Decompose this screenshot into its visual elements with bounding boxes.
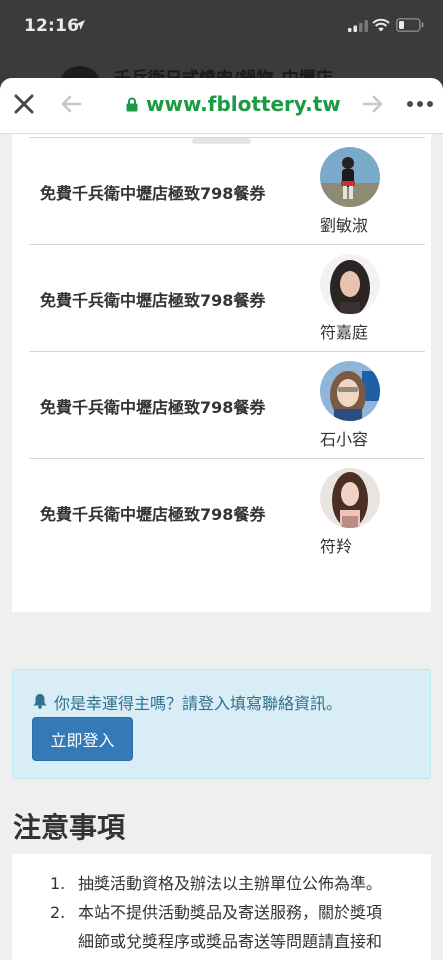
notes-box: 1. 抽獎活動資格及辦法以主辦單位公佈為準。 2. 本站不提供活動獎品及寄送服務，關… <box>12 854 431 960</box>
winner-name: 符羚 <box>320 537 353 556</box>
back-arrow-icon[interactable] <box>60 94 82 114</box>
close-icon[interactable] <box>12 92 36 116</box>
more-icon[interactable] <box>406 96 434 112</box>
winner-name: 石小容 <box>320 430 369 449</box>
winner-avatar <box>320 468 380 528</box>
sheet-grabber[interactable] <box>192 138 251 144</box>
note-text: 本站不提供活動獎品及寄送服務，關於獎項 <box>78 903 383 922</box>
prize-title: 免費千兵衛中壢店極致798餐券 <box>40 398 266 417</box>
note-number: 1. <box>50 874 66 893</box>
battery-icon <box>396 18 424 32</box>
login-button[interactable]: 立即登入 <box>32 717 133 761</box>
page-content: 免費千兵衛中壢店極致798餐券 劉敏淑 免費千兵衛中壢店極致798餐券 符嘉庭 … <box>0 134 443 960</box>
browser-toolbar: www.fblottery.tw <box>0 78 443 134</box>
prize-title: 免費千兵衛中壢店極致798餐券 <box>40 505 266 524</box>
prize-title: 免費千兵衛中壢店極致798餐券 <box>40 184 266 203</box>
url-text: www.fblottery.tw <box>146 92 341 116</box>
status-time: 12:16 <box>24 16 80 36</box>
notes-heading: 注意事項 <box>13 811 126 844</box>
browser-sheet: www.fblottery.tw 免費千兵衛中壢店極致798餐券 劉敏淑 免費千… <box>0 78 443 960</box>
winner-avatar <box>320 361 380 421</box>
note-text: 抽獎活動資格及辦法以主辦單位公佈為準。 <box>78 874 383 893</box>
alert-text: 你是幸運得主嗎？請登入填寫聯絡資訊。 <box>54 694 343 713</box>
forward-arrow-icon[interactable] <box>362 94 384 114</box>
prize-title: 免費千兵衛中壢店極致798餐券 <box>40 291 266 310</box>
winner-name: 劉敏淑 <box>320 216 369 235</box>
winner-row: 免費千兵衛中壢店極致798餐券 符嘉庭 <box>29 244 425 351</box>
cellular-signal-icon <box>348 20 368 32</box>
winner-name: 符嘉庭 <box>320 323 369 342</box>
bell-icon <box>33 694 47 709</box>
note-item: 1. 抽獎活動資格及辦法以主辦單位公佈為準。 <box>50 870 382 898</box>
winner-avatar <box>320 147 380 207</box>
winners-list: 免費千兵衛中壢店極致798餐券 劉敏淑 免費千兵衛中壢店極致798餐券 符嘉庭 … <box>12 134 431 612</box>
location-arrow-icon <box>75 20 85 30</box>
lock-icon <box>126 97 138 111</box>
winner-row: 免費千兵衛中壢店極致798餐券 劉敏淑 <box>29 137 425 244</box>
status-bar: 12:16 <box>0 0 443 54</box>
url-bar[interactable]: www.fblottery.tw <box>126 90 341 118</box>
wifi-icon <box>372 18 390 32</box>
note-number: 2. <box>50 903 66 922</box>
winner-row: 免費千兵衛中壢店極致798餐券 符羚 <box>29 458 425 565</box>
winner-row: 免費千兵衛中壢店極致798餐券 石小容 <box>29 351 425 458</box>
note-item: 2. 本站不提供活動獎品及寄送服務，關於獎項 <box>50 899 382 927</box>
winner-avatar <box>320 254 380 314</box>
note-text-continued: 細節或兌獎程序或獎品寄送等問題請直接和 <box>78 932 383 951</box>
winner-login-alert: 你是幸運得主嗎？請登入填寫聯絡資訊。 立即登入 <box>12 669 431 779</box>
